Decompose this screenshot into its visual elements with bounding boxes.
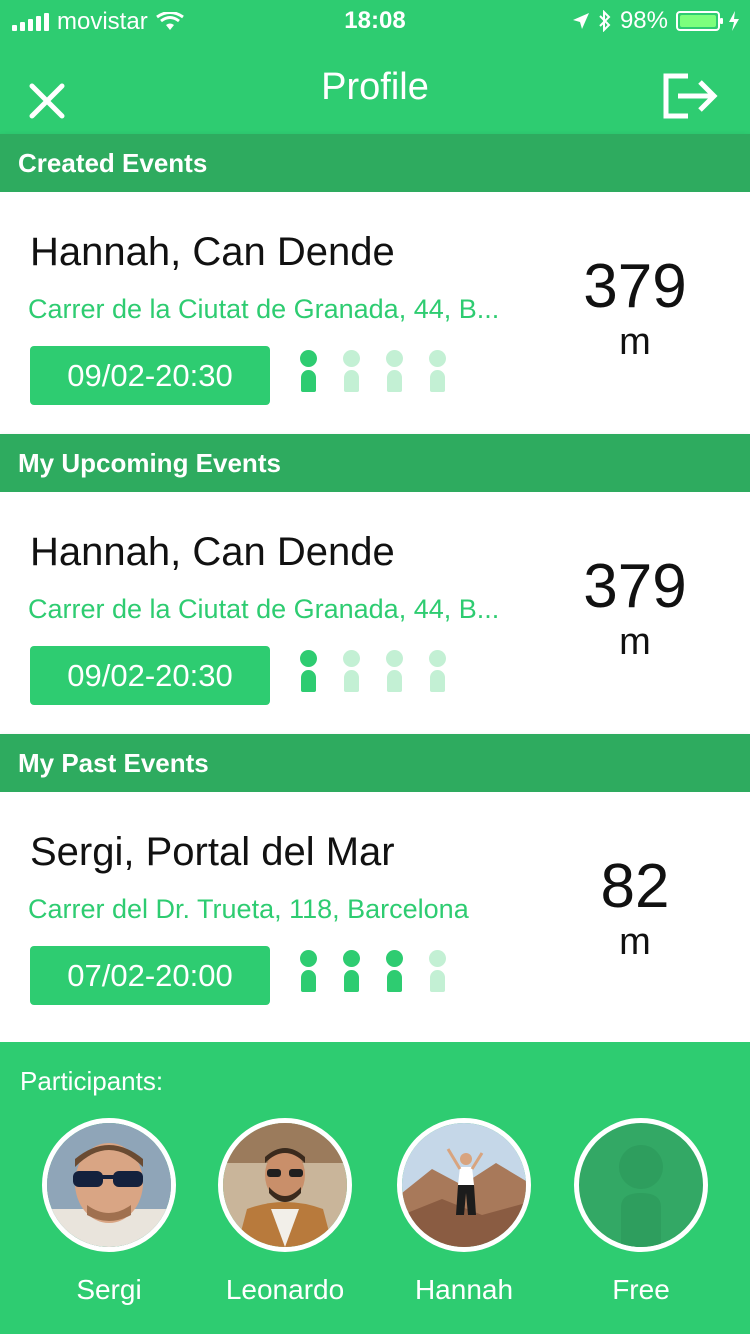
section-title: My Upcoming Events — [18, 448, 281, 478]
event-distance: 379 m — [560, 554, 710, 664]
event-card[interactable]: Sergi, Portal del Mar Carrer del Dr. Tru… — [0, 792, 750, 1032]
person-icon — [386, 350, 403, 394]
event-date-badge: 07/02-20:00 — [30, 946, 270, 1005]
section-title: Created Events — [18, 148, 208, 178]
event-date-badge: 09/02-20:30 — [30, 646, 270, 705]
nav-bar: Profile — [0, 40, 750, 140]
distance-unit: m — [619, 621, 651, 663]
person-icon — [300, 350, 317, 394]
attendance-indicator — [300, 950, 446, 994]
event-title: Hannah, Can Dende — [30, 230, 395, 274]
location-arrow-icon — [572, 13, 589, 29]
event-card[interactable]: Hannah, Can Dende Carrer de la Ciutat de… — [0, 492, 750, 732]
person-icon — [343, 950, 360, 994]
event-distance: 379 m — [560, 254, 710, 364]
participant-name: Hannah — [414, 1274, 514, 1305]
person-icon — [386, 650, 403, 694]
avatar — [218, 1118, 352, 1252]
person-icon — [300, 950, 317, 994]
distance-unit: m — [619, 321, 651, 363]
participants-label: Participants: — [20, 1066, 164, 1096]
event-title: Sergi, Portal del Mar — [30, 830, 395, 874]
participant-name: Sergi — [76, 1274, 142, 1305]
section-header-past: My Past Events — [0, 734, 750, 792]
person-icon — [300, 650, 317, 694]
distance-value: 379 — [583, 252, 687, 321]
person-icon — [429, 350, 446, 394]
page-title: Profile — [321, 66, 429, 108]
event-address: Carrer de la Ciutat de Granada, 44, B... — [28, 594, 500, 624]
event-address: Carrer del Dr. Trueta, 118, Barcelona — [28, 894, 469, 924]
participant-free[interactable]: Free — [571, 1118, 711, 1306]
attendance-indicator — [300, 650, 446, 694]
section-header-created: Created Events — [0, 134, 750, 192]
avatar — [397, 1118, 531, 1252]
participant-hannah[interactable]: Hannah — [394, 1118, 534, 1306]
distance-value: 379 — [583, 552, 687, 621]
participant-sergi[interactable]: Sergi — [39, 1118, 179, 1306]
logout-icon — [663, 73, 718, 119]
event-address: Carrer de la Ciutat de Granada, 44, B... — [28, 294, 500, 324]
person-icon — [343, 350, 360, 394]
empty-avatar — [574, 1118, 708, 1252]
battery-percent: 98% — [619, 7, 668, 34]
person-icon — [429, 950, 446, 994]
participant-name: Free — [612, 1274, 670, 1305]
participant-leonardo[interactable]: Leonardo — [215, 1118, 355, 1306]
charging-bolt-icon — [729, 11, 739, 31]
battery-icon — [676, 11, 723, 31]
person-placeholder-icon — [619, 1145, 663, 1247]
event-title: Hannah, Can Dende — [30, 530, 395, 574]
attendance-indicator — [300, 350, 446, 394]
event-date-badge: 09/02-20:30 — [30, 346, 270, 405]
person-icon — [386, 950, 403, 994]
distance-value: 82 — [600, 852, 670, 921]
participant-name: Leonardo — [225, 1274, 345, 1305]
person-icon — [343, 650, 360, 694]
event-card[interactable]: Hannah, Can Dende Carrer de la Ciutat de… — [0, 192, 750, 432]
event-distance: 82 m — [560, 854, 710, 964]
bluetooth-icon — [599, 10, 611, 32]
logout-button[interactable] — [662, 72, 722, 120]
status-bar: movistar 18:08 98% — [0, 0, 750, 40]
section-title: My Past Events — [18, 748, 209, 778]
participants-panel: Participants: Sergi Leonardo Hannah Free — [0, 1042, 750, 1334]
person-icon — [429, 650, 446, 694]
avatar — [42, 1118, 176, 1252]
section-header-upcoming: My Upcoming Events — [0, 434, 750, 492]
distance-unit: m — [619, 921, 651, 963]
